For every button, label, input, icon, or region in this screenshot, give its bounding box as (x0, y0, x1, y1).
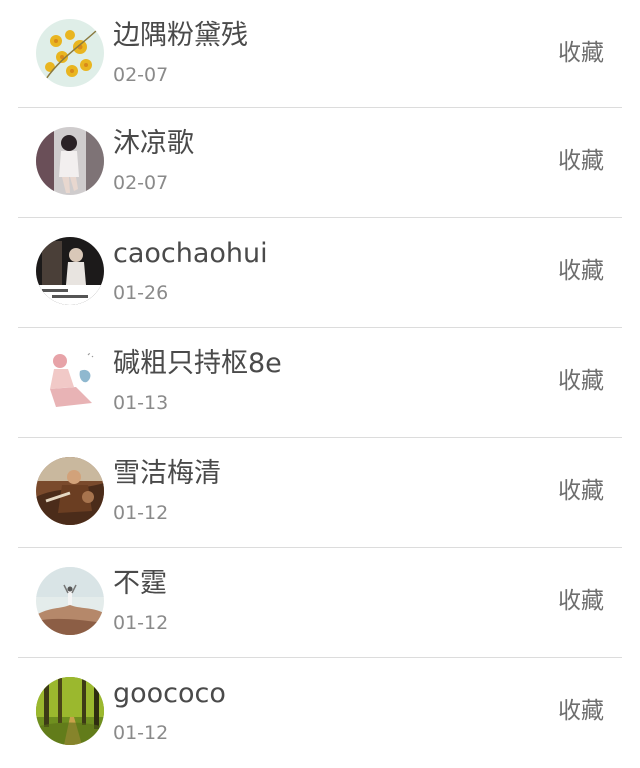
list-item[interactable]: caochaohui 01-26 收藏 (0, 218, 640, 328)
favorite-button[interactable]: 收藏 (558, 696, 604, 726)
favorites-list: 边隅粉黛残 02-07 收藏 沐凉歌 02-07 收藏 caochaohui 0… (0, 0, 640, 767)
warrior-artwork-avatar-icon[interactable] (36, 457, 104, 525)
username: 沐凉歌 (113, 128, 194, 159)
list-item[interactable]: 不霆 01-12 收藏 (0, 548, 640, 658)
favorite-button[interactable]: 收藏 (558, 146, 604, 176)
person-on-rocks-avatar-icon[interactable] (36, 567, 104, 635)
forest-path-avatar-icon[interactable] (36, 677, 104, 745)
date-label: 01-13 (113, 392, 169, 414)
username: goococo (113, 678, 226, 709)
date-label: 01-26 (113, 282, 169, 304)
favorite-button[interactable]: 收藏 (558, 256, 604, 286)
username: 不霆 (113, 568, 167, 599)
username: 碱粗只持枢8e (113, 348, 282, 379)
username: 边隅粉黛残 (113, 20, 248, 51)
favorite-button[interactable]: 收藏 (558, 476, 604, 506)
list-item[interactable]: 边隅粉黛残 02-07 收藏 (0, 0, 640, 108)
favorite-button[interactable]: 收藏 (558, 38, 604, 68)
date-label: 01-12 (113, 502, 169, 524)
portrait-photo-avatar-icon[interactable] (36, 127, 104, 195)
username: 雪洁梅清 (113, 458, 221, 489)
username: caochaohui (113, 238, 268, 269)
cartoon-girl-avatar-icon[interactable] (36, 347, 104, 415)
list-item[interactable]: 沐凉歌 02-07 收藏 (0, 108, 640, 218)
favorite-button[interactable]: 收藏 (558, 586, 604, 616)
date-label: 02-07 (113, 172, 169, 194)
date-label: 01-12 (113, 612, 169, 634)
yellow-flowers-avatar-icon[interactable] (36, 19, 104, 87)
favorite-button[interactable]: 收藏 (558, 366, 604, 396)
date-label: 01-12 (113, 722, 169, 744)
text-poster-avatar-icon[interactable] (36, 237, 104, 305)
list-item[interactable]: goococo 01-12 收藏 (0, 658, 640, 768)
date-label: 02-07 (113, 64, 169, 86)
list-item[interactable]: 雪洁梅清 01-12 收藏 (0, 438, 640, 548)
list-item[interactable]: 碱粗只持枢8e 01-13 收藏 (0, 328, 640, 438)
